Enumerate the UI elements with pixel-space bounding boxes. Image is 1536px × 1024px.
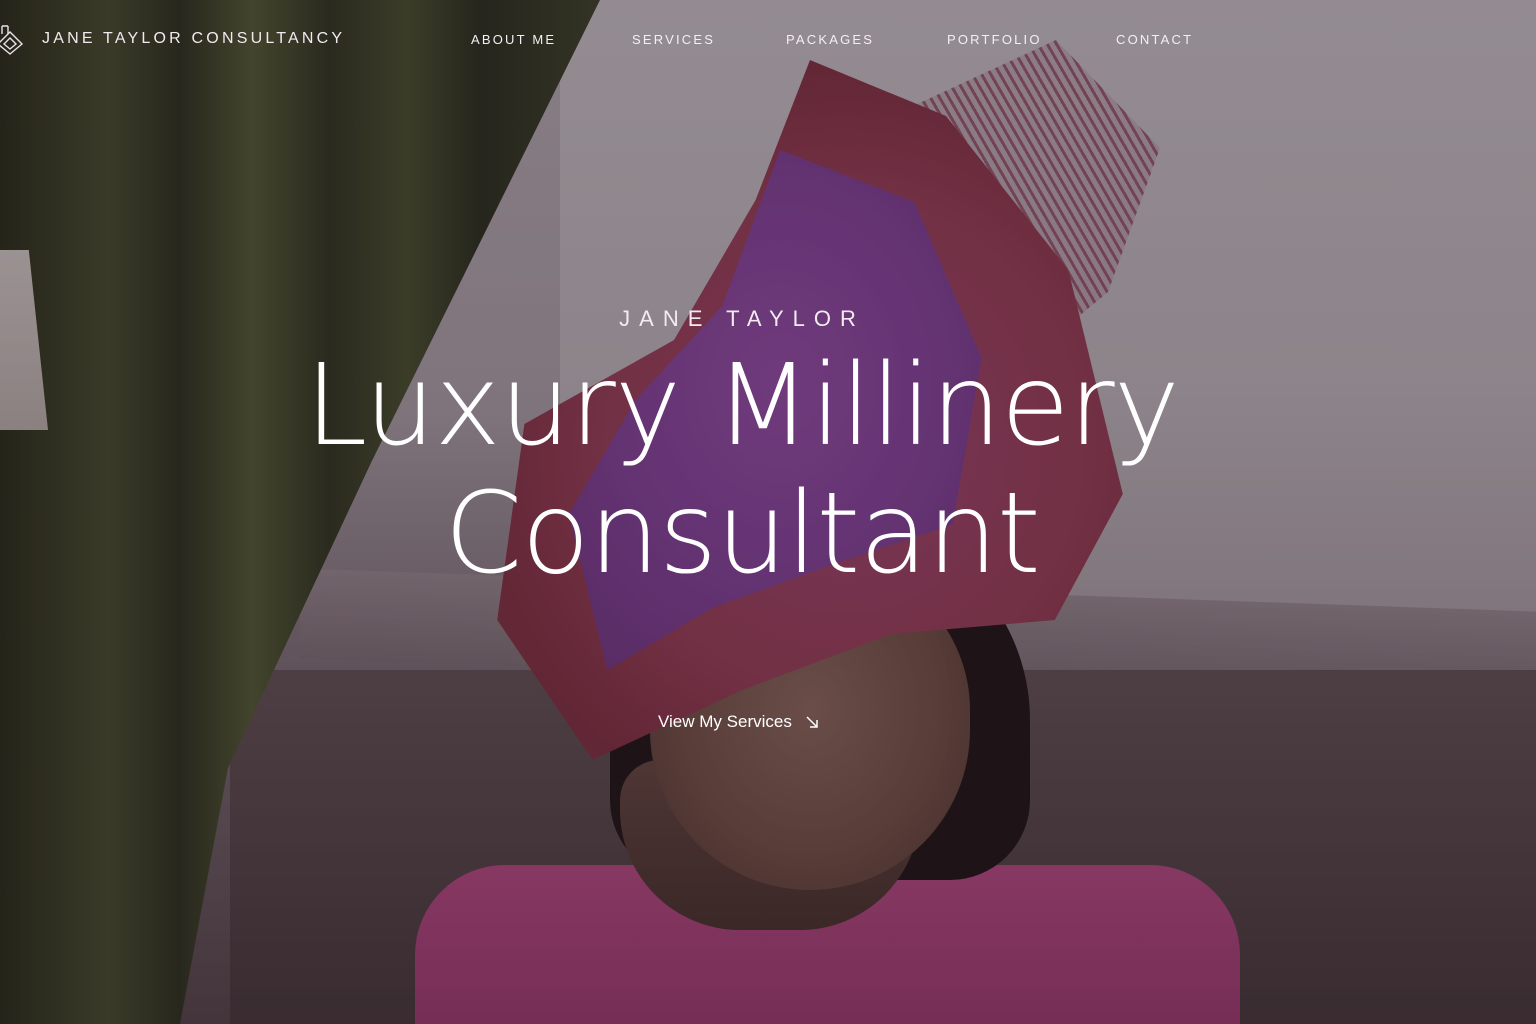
hero-headline: Luxury Millinery Consultant — [0, 342, 1484, 598]
headline-line-1: Luxury Millinery — [305, 341, 1180, 471]
main-nav: ABOUT ME SERVICES PACKAGES PORTFOLIO CON… — [0, 0, 1536, 80]
headline-line-2: Consultant — [444, 469, 1041, 599]
nav-item-services[interactable]: SERVICES — [632, 32, 715, 47]
nav-item-contact[interactable]: CONTACT — [1116, 32, 1193, 47]
view-services-button[interactable]: View My Services — [658, 712, 820, 732]
site-header: JANE TAYLOR CONSULTANCY ABOUT ME SERVICE… — [0, 0, 1536, 80]
nav-item-packages[interactable]: PACKAGES — [786, 32, 874, 47]
hero-section: JANE TAYLOR CONSULTANCY ABOUT ME SERVICE… — [0, 0, 1536, 1024]
arrow-down-right-icon — [804, 714, 820, 730]
nav-item-portfolio[interactable]: PORTFOLIO — [947, 32, 1042, 47]
nav-item-about-me[interactable]: ABOUT ME — [471, 32, 556, 47]
cta-label: View My Services — [658, 712, 792, 731]
hero-eyebrow: JANE TAYLOR — [619, 306, 865, 331]
hero-content: JANE TAYLOR Luxury Millinery Consultant … — [0, 0, 1536, 1024]
